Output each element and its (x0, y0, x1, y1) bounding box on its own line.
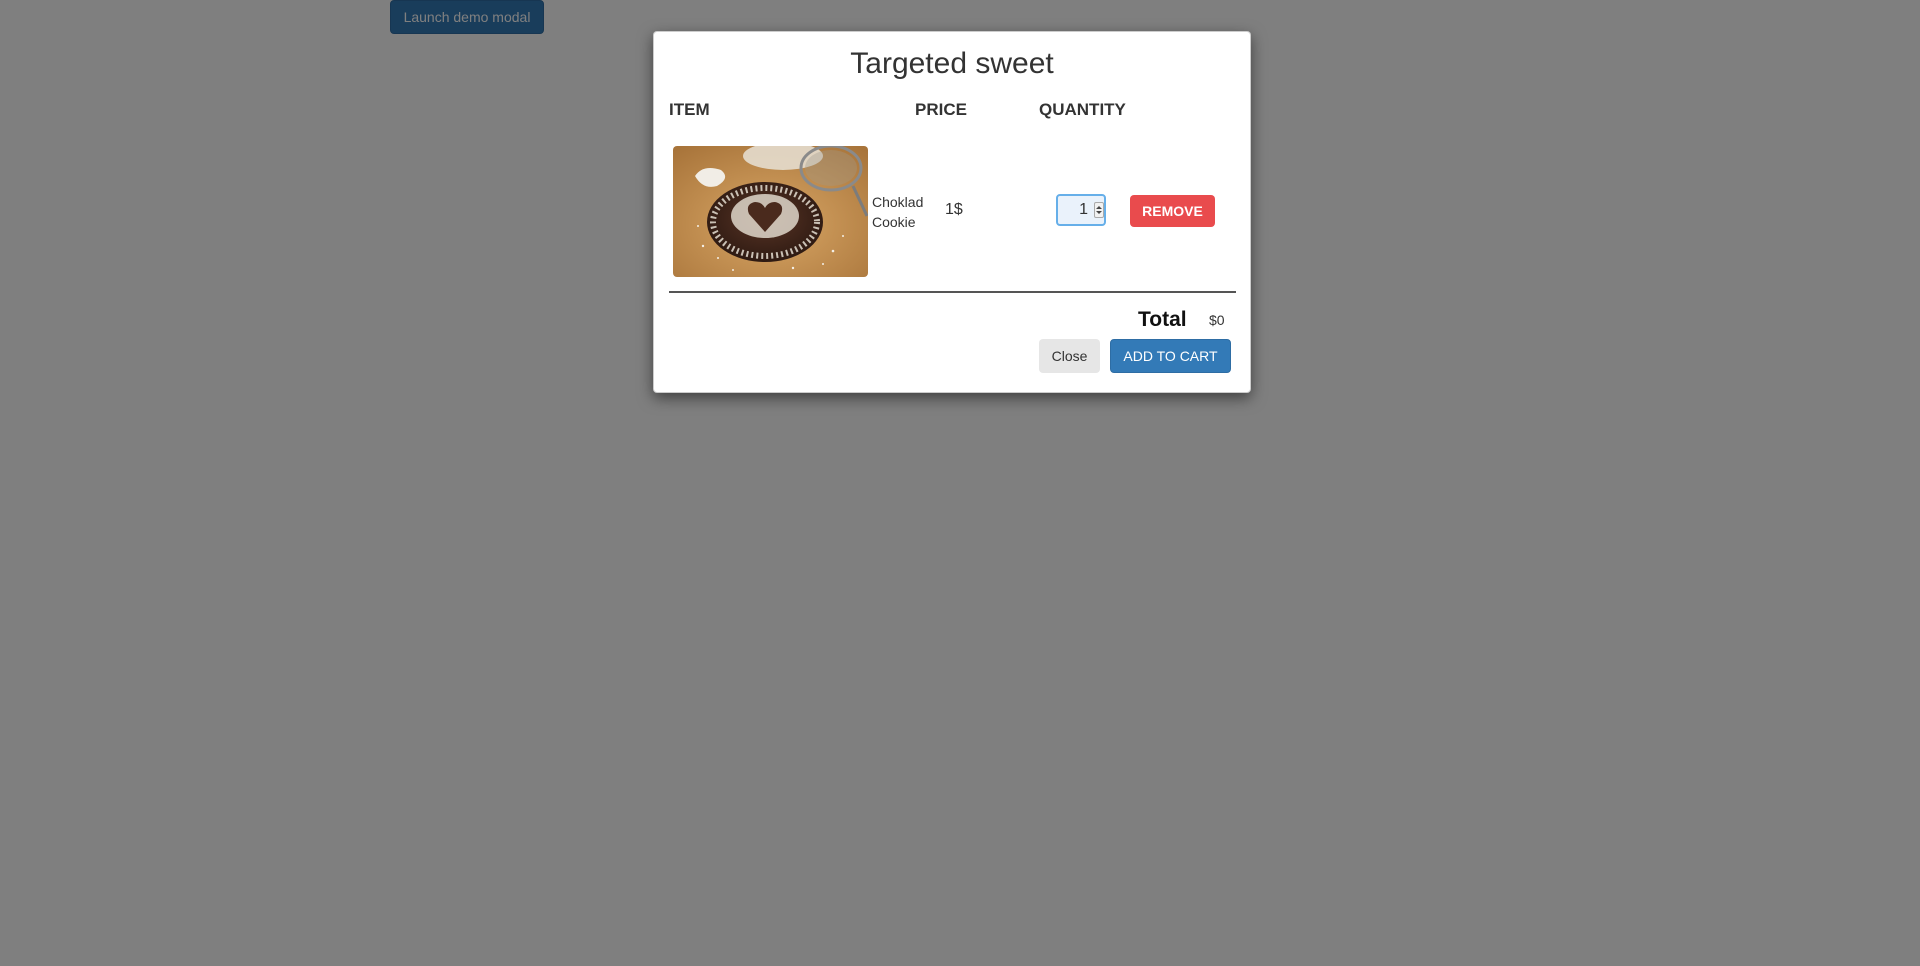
close-button[interactable]: Close (1039, 339, 1100, 373)
quantity-value[interactable]: 1 (1058, 201, 1090, 219)
column-header-quantity: QUANTITY (1039, 100, 1126, 119)
item-name: Choklad Cookie (872, 194, 924, 230)
cart-modal: Targeted sweet ITEM PRICE QUANTITY Chokl… (653, 31, 1251, 393)
divider (669, 291, 1236, 293)
spinner-arrows-icon[interactable] (1094, 202, 1104, 218)
column-header-item: ITEM (669, 100, 710, 119)
remove-item-button[interactable]: REMOVE (1130, 195, 1215, 227)
total-value: $0 (1209, 312, 1225, 328)
total-label: Total (1138, 308, 1187, 331)
spinner-up-icon[interactable] (1096, 206, 1102, 209)
item-price: 1$ (945, 201, 963, 218)
spinner-down-icon[interactable] (1096, 211, 1102, 214)
add-to-cart-button[interactable]: ADD TO CART (1110, 339, 1231, 373)
cookie-image (673, 146, 868, 277)
quantity-stepper[interactable]: 1 (1056, 194, 1106, 226)
modal-title: Targeted sweet (850, 47, 1054, 80)
column-header-price: PRICE (915, 100, 967, 119)
